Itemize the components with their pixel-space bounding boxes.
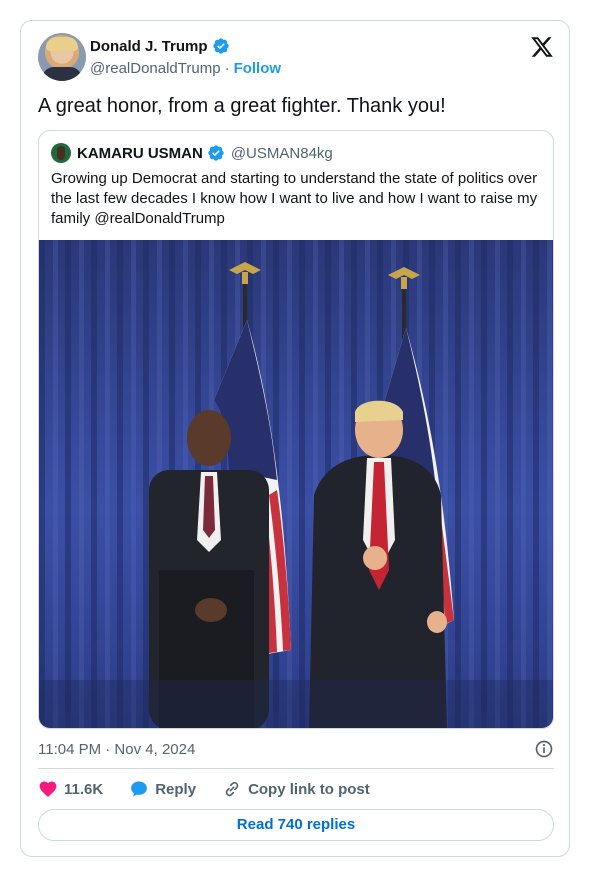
- link-icon: [225, 781, 239, 797]
- like-button[interactable]: 11.6K: [38, 779, 103, 799]
- reply-bubble-icon: [131, 781, 148, 797]
- like-count: 11.6K: [64, 780, 104, 798]
- embedded-post-card: Donald J. Trump @realDonaldTrump · Follo…: [20, 20, 570, 857]
- divider: [38, 768, 554, 769]
- verified-badge-icon: [212, 38, 229, 54]
- follow-link[interactable]: Follow: [234, 60, 282, 77]
- x-logo-icon[interactable]: [530, 35, 554, 59]
- post-photo[interactable]: [39, 240, 554, 729]
- info-icon[interactable]: [534, 739, 554, 759]
- quoted-text: Growing up Democrat and starting to unde…: [51, 170, 538, 227]
- quoted-post[interactable]: KAMARU USMAN @USMAN84kg Growing up Democ…: [38, 130, 554, 729]
- verified-badge-icon: [208, 145, 224, 161]
- reply-button[interactable]: Reply: [129, 779, 196, 799]
- author-avatar[interactable]: [38, 33, 86, 81]
- quoted-author-handle: @USMAN84kg: [230, 144, 333, 162]
- handle-separator: ·: [224, 60, 230, 77]
- quoted-header: KAMARU USMAN @USMAN84kg: [51, 143, 333, 163]
- post-header: Donald J. Trump @realDonaldTrump · Follo…: [38, 33, 554, 83]
- author-handle[interactable]: @realDonaldTrump: [90, 60, 221, 77]
- author-handle-row: @realDonaldTrump · Follow: [90, 60, 281, 77]
- timestamp-row: 11:04 PM · Nov 4, 2024: [38, 739, 554, 759]
- copy-link-label: Copy link to post: [248, 780, 370, 798]
- author-name-row: Donald J. Trump: [90, 37, 230, 55]
- quoted-author-name: KAMARU USMAN: [77, 144, 203, 162]
- quoted-author-avatar: [51, 143, 71, 163]
- reply-label: Reply: [155, 780, 197, 798]
- post-actions: 11.6K Reply Copy link to post: [38, 778, 370, 800]
- copy-link-button[interactable]: Copy link to post: [222, 779, 370, 799]
- heart-icon: [39, 781, 57, 797]
- author-name[interactable]: Donald J. Trump: [90, 38, 208, 55]
- post-timestamp[interactable]: 11:04 PM · Nov 4, 2024: [38, 741, 195, 758]
- read-replies-button[interactable]: Read 740 replies: [38, 809, 554, 841]
- post-text: A great honor, from a great fighter. Tha…: [38, 95, 446, 117]
